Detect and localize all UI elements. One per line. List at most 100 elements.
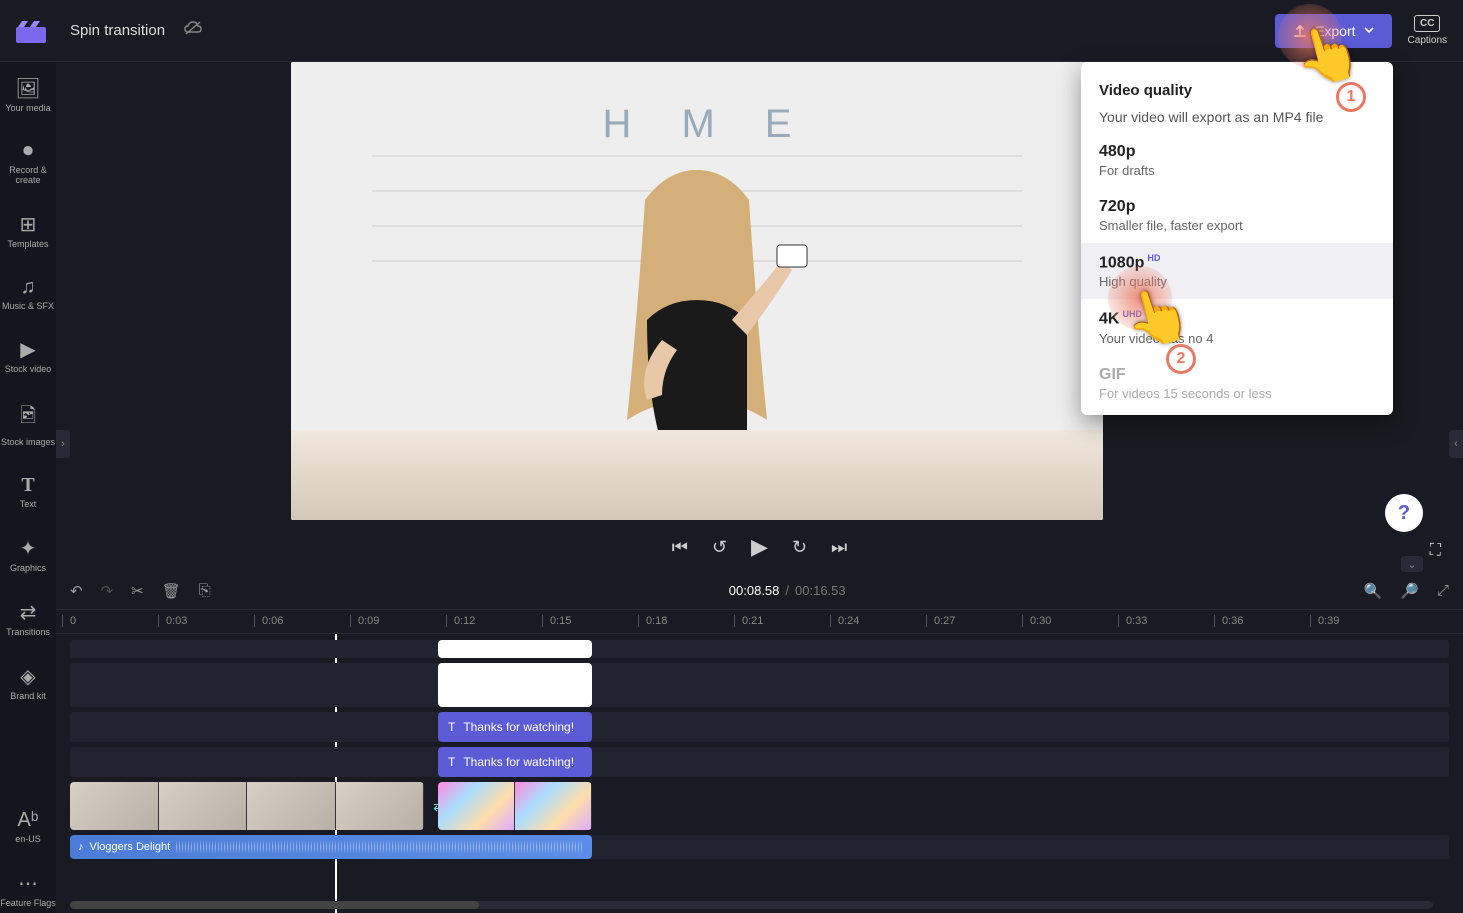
fullscreen-button[interactable]: ⛶ xyxy=(1430,542,1441,560)
track-text-2[interactable]: T Thanks for watching! xyxy=(70,747,1449,777)
forward-5s-button[interactable]: ↻ xyxy=(792,537,807,558)
track-text-1[interactable]: T Thanks for watching! xyxy=(70,712,1449,742)
quality-option-1080p[interactable]: 1080pHD High quality xyxy=(1081,243,1393,299)
fit-timeline-button[interactable]: ⤢ xyxy=(1437,582,1449,599)
sidebar-item-transitions[interactable]: ⇄Transitions xyxy=(0,596,56,642)
skip-forward-button[interactable]: ⏭ xyxy=(831,537,847,558)
text-clip-label: Thanks for watching! xyxy=(463,755,574,769)
cloud-sync-icon[interactable] xyxy=(183,20,203,41)
templates-icon: ⊞ xyxy=(20,212,37,237)
audio-clip[interactable]: ♪ Vloggers Delight xyxy=(70,835,592,859)
text-icon: T xyxy=(21,474,34,497)
audio-clip-label: Vloggers Delight xyxy=(90,841,171,853)
undo-button[interactable]: ↶ xyxy=(70,582,83,600)
audio-waveform xyxy=(176,840,584,854)
preview-canvas[interactable]: HME xyxy=(291,62,1103,520)
brand-icon: ◈ xyxy=(20,664,35,689)
export-quality-dropdown: Video quality Your video will export as … xyxy=(1081,62,1393,415)
timeline-scrollbar[interactable] xyxy=(70,901,1433,909)
sidebar-item-your-media[interactable]: 🖼Your media xyxy=(0,72,56,118)
hd-badge: HD xyxy=(1147,253,1160,263)
graphics-icon: ✦ xyxy=(20,536,37,561)
ruler-tick: 0:33 xyxy=(1126,615,1147,627)
sidebar-item-templates[interactable]: ⊞Templates xyxy=(0,208,56,254)
cc-icon: CC xyxy=(1414,15,1440,32)
sidebar-item-text[interactable]: TText xyxy=(0,470,56,514)
timeline-ruler[interactable]: 00:030:060:090:120:150:180:210:240:270:3… xyxy=(56,610,1463,634)
scrollbar-thumb[interactable] xyxy=(70,901,479,909)
track-overlay-2[interactable] xyxy=(70,663,1449,707)
video-clip-main[interactable] xyxy=(70,782,424,830)
preview-scene: HME xyxy=(291,62,1103,520)
export-button-label: Export xyxy=(1315,23,1355,39)
ruler-tick: 0:36 xyxy=(1222,615,1243,627)
language-icon: Aᵇ xyxy=(18,809,39,832)
clip-white-top[interactable] xyxy=(438,640,592,658)
split-button[interactable]: ⎘ xyxy=(199,582,211,599)
sidebar-item-stock-video[interactable]: ▶Stock video xyxy=(0,333,56,379)
ruler-tick: 0:15 xyxy=(550,615,571,627)
project-title[interactable]: Spin transition xyxy=(70,22,165,39)
text-clip-icon: T xyxy=(448,755,455,769)
ruler-tick: 0:24 xyxy=(838,615,859,627)
cut-button[interactable]: ✂ xyxy=(131,582,144,600)
track-video[interactable]: ⇄ xyxy=(70,782,1449,830)
timeline-area: ↶ ↷ ✂ 🗑 ⎘ 00:08.58 / 00:16.53 🔍 🔎 ⤢ 00:0… xyxy=(56,572,1463,913)
ruler-tick: 0 xyxy=(70,615,76,627)
ruler-tick: 0:27 xyxy=(934,615,955,627)
skip-back-button[interactable]: ⏮ xyxy=(672,537,688,558)
quality-option-4k[interactable]: 4KUHD Your video has no 4 xyxy=(1081,299,1393,355)
video-clip-holo[interactable] xyxy=(438,782,592,830)
uhd-badge: UHD xyxy=(1122,309,1142,319)
help-button[interactable]: ? xyxy=(1385,494,1423,532)
delete-button[interactable]: 🗑 xyxy=(162,582,181,600)
ruler-tick: 0:09 xyxy=(358,615,379,627)
preview-controls: ⏮ ↺ ▶ ↻ ⏭ xyxy=(56,522,1463,572)
export-button[interactable]: Export xyxy=(1275,14,1391,48)
video-icon: ▶ xyxy=(20,337,35,362)
quality-option-480p[interactable]: 480p For drafts xyxy=(1081,133,1393,188)
zoom-in-button[interactable]: 🔎 xyxy=(1400,582,1419,600)
dropdown-subtitle: Your video will export as an MP4 file xyxy=(1099,109,1375,125)
ruler-tick: 0:06 xyxy=(262,615,283,627)
more-icon: ⋯ xyxy=(18,871,38,896)
sidebar-item-record[interactable]: ⏺Record & create xyxy=(0,136,56,190)
collapse-panel-button[interactable]: ⌄ xyxy=(1401,556,1423,572)
sidebar-item-graphics[interactable]: ✦Graphics xyxy=(0,532,56,578)
music-note-icon: ♪ xyxy=(78,841,84,853)
play-button[interactable]: ▶ xyxy=(751,534,768,560)
text-clip-label: Thanks for watching! xyxy=(463,720,574,734)
text-clip-1[interactable]: T Thanks for watching! xyxy=(438,712,592,742)
images-icon: 🖻 xyxy=(20,401,36,435)
ruler-tick: 0:12 xyxy=(454,615,475,627)
sidebar-item-feature-flags[interactable]: ⋯Feature Flags xyxy=(0,867,56,913)
captions-label: Captions xyxy=(1408,35,1447,46)
track-overlay-1[interactable] xyxy=(70,640,1449,658)
app-logo-icon xyxy=(16,19,46,43)
right-panel-toggle[interactable]: ‹ xyxy=(1449,430,1463,458)
ruler-tick: 0:30 xyxy=(1030,615,1051,627)
quality-option-720p[interactable]: 720p Smaller file, faster export xyxy=(1081,188,1393,243)
chevron-down-icon xyxy=(1364,27,1374,34)
ruler-tick: 0:39 xyxy=(1318,615,1339,627)
text-clip-2[interactable]: T Thanks for watching! xyxy=(438,747,592,777)
transitions-icon: ⇄ xyxy=(20,600,37,625)
sidebar-item-language[interactable]: Aᵇen-US xyxy=(0,805,56,849)
redo-button[interactable]: ↷ xyxy=(101,582,114,600)
record-icon: ⏺ xyxy=(23,140,33,163)
ruler-tick: 0:18 xyxy=(646,615,667,627)
ruler-tick: 0:21 xyxy=(742,615,763,627)
captions-button[interactable]: CC Captions xyxy=(1408,15,1447,46)
timeline-tracks[interactable]: T Thanks for watching! T Thanks for watc… xyxy=(56,634,1463,913)
current-time: 00:08.58 xyxy=(729,583,780,598)
sidebar-item-brand-kit[interactable]: ◈Brand kit xyxy=(0,660,56,706)
music-icon: ♫ xyxy=(21,276,36,299)
rewind-5s-button[interactable]: ↺ xyxy=(712,537,727,558)
sidebar-item-stock-images[interactable]: 🖻Stock images xyxy=(0,397,56,452)
zoom-out-button[interactable]: 🔍 xyxy=(1364,582,1383,600)
clip-white-box[interactable] xyxy=(438,663,592,707)
text-clip-icon: T xyxy=(448,720,455,734)
sidebar-item-music[interactable]: ♫Music & SFX xyxy=(0,272,56,316)
track-audio[interactable]: ♪ Vloggers Delight xyxy=(70,835,1449,859)
quality-option-gif[interactable]: GIF For videos 15 seconds or less xyxy=(1081,356,1393,411)
